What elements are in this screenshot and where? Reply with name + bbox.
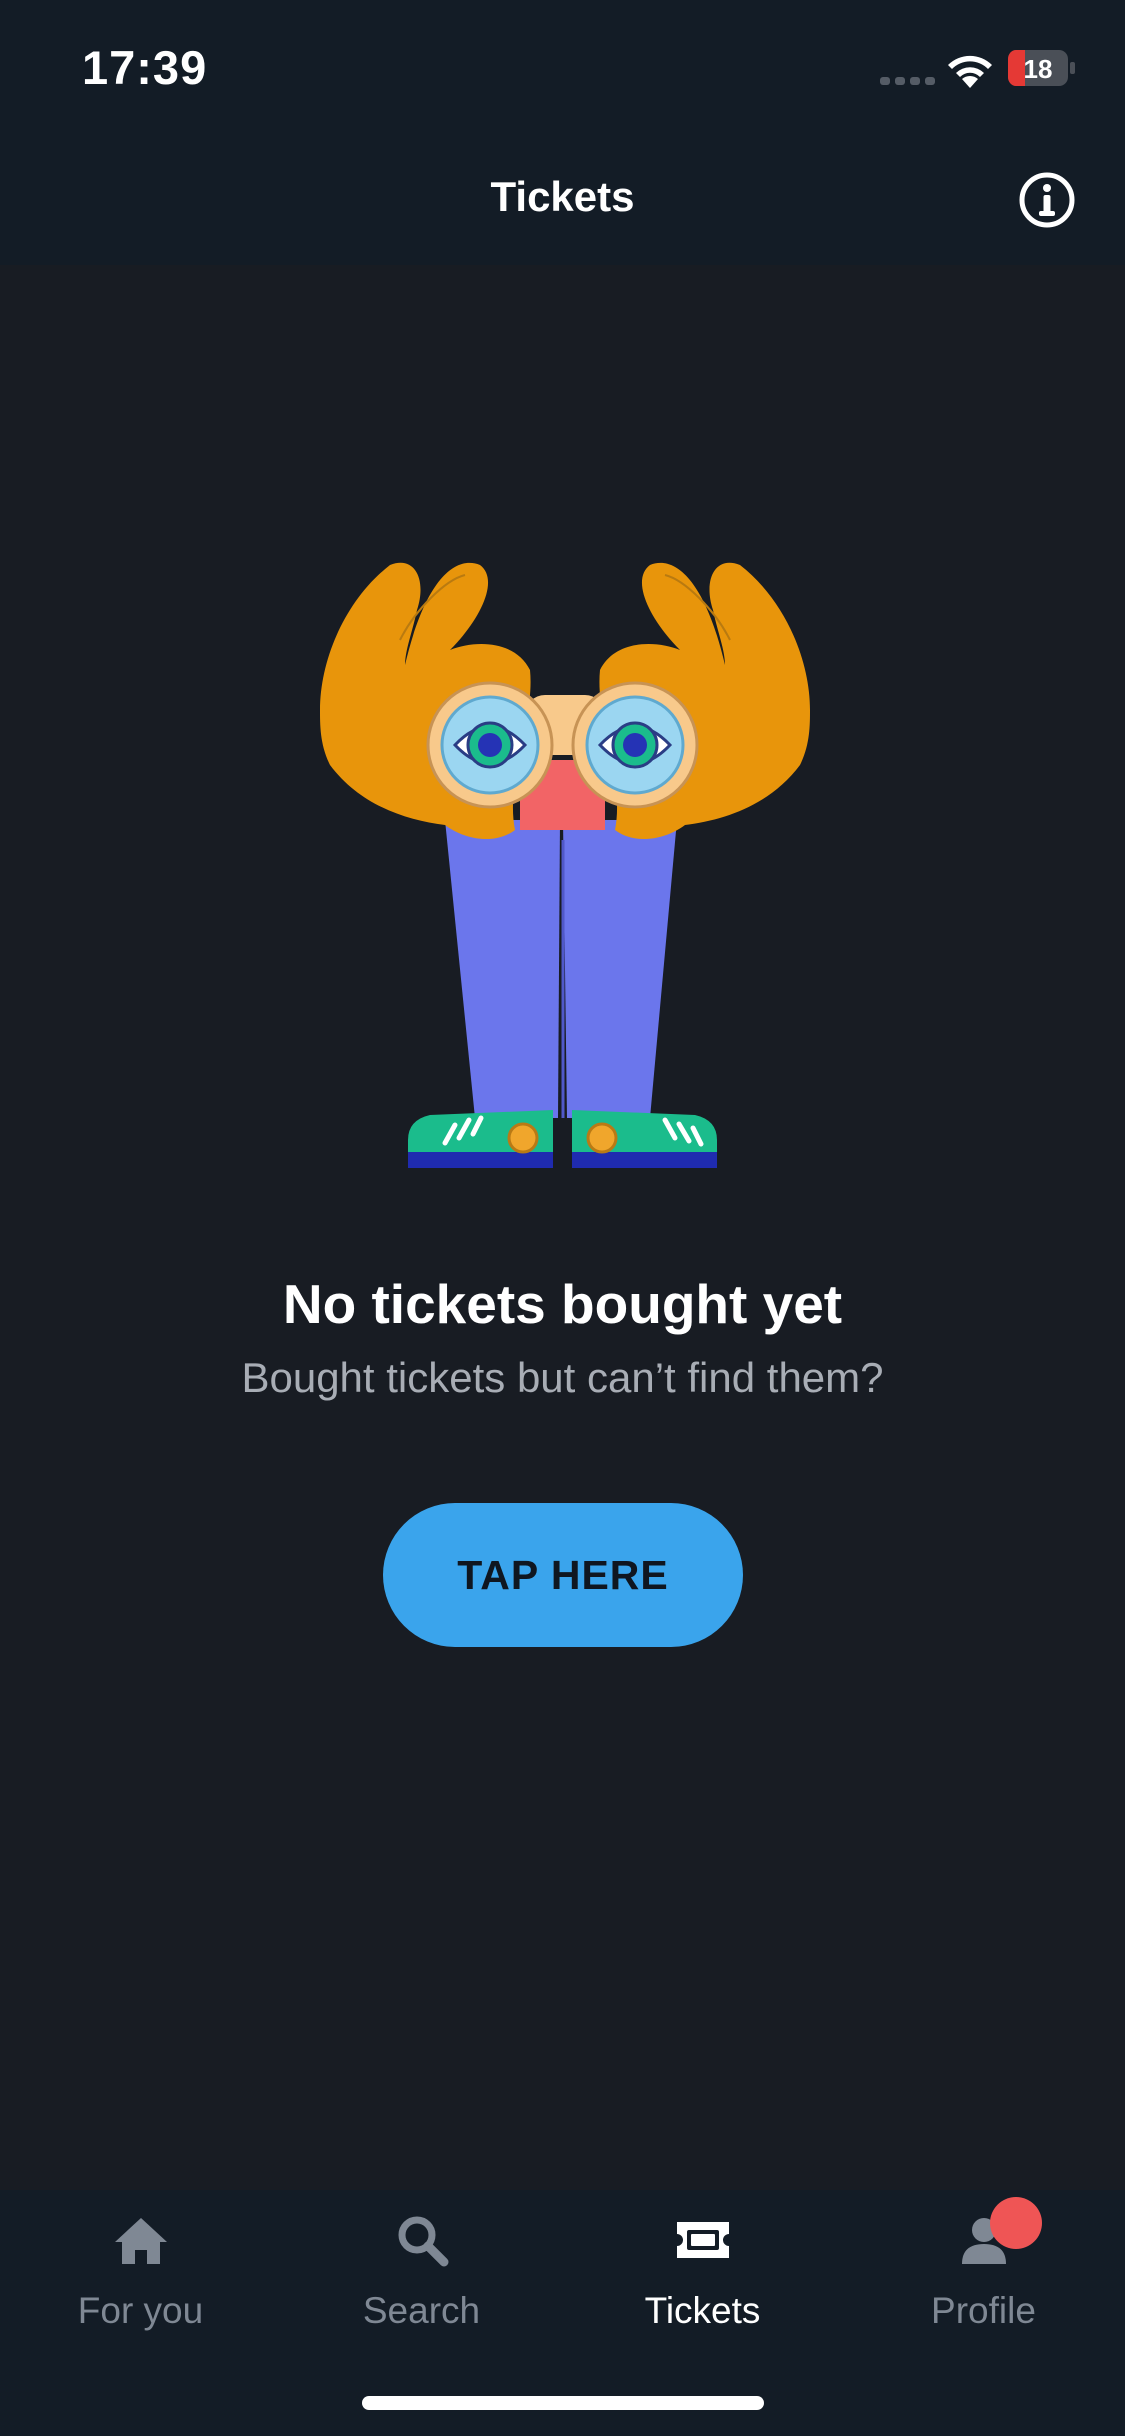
tab-label-for-you: For you xyxy=(77,2290,204,2331)
info-icon[interactable] xyxy=(1018,171,1076,229)
character-shoes xyxy=(408,1110,717,1168)
cellular-signal-icon xyxy=(880,77,935,85)
battery-level: 18 xyxy=(1024,54,1053,84)
binocular-character-illustration xyxy=(320,562,810,1168)
tab-label-profile: Profile xyxy=(931,2290,1036,2331)
search-icon xyxy=(398,2216,448,2267)
home-icon xyxy=(114,2218,167,2264)
profile-notification-badge xyxy=(990,2197,1042,2249)
page-title: Tickets xyxy=(490,173,635,220)
status-bar: 17:39 18 xyxy=(0,0,1125,135)
status-time: 17:39 xyxy=(82,41,208,94)
home-indicator xyxy=(362,2396,764,2410)
empty-state-title: No tickets bought yet xyxy=(282,1273,843,1335)
battery-icon: 18 xyxy=(1008,50,1075,86)
character-legs xyxy=(445,820,677,1118)
tab-profile[interactable]: Profile xyxy=(843,2190,1124,2350)
tab-tickets[interactable]: Tickets xyxy=(562,2190,843,2350)
right-lens xyxy=(571,681,699,809)
ticket-icon xyxy=(676,2222,729,2258)
empty-state-subtitle: Bought tickets but can’t find them? xyxy=(241,1354,884,1401)
tab-label-search: Search xyxy=(362,2290,481,2331)
tab-label-tickets: Tickets xyxy=(644,2290,761,2331)
tap-here-button[interactable]: TAP HERE xyxy=(383,1503,743,1647)
tab-search[interactable]: Search xyxy=(281,2190,562,2350)
wifi-icon xyxy=(948,55,992,88)
left-lens xyxy=(426,681,554,809)
header: Tickets xyxy=(0,135,1125,265)
tab-for-you[interactable]: For you xyxy=(0,2190,281,2350)
